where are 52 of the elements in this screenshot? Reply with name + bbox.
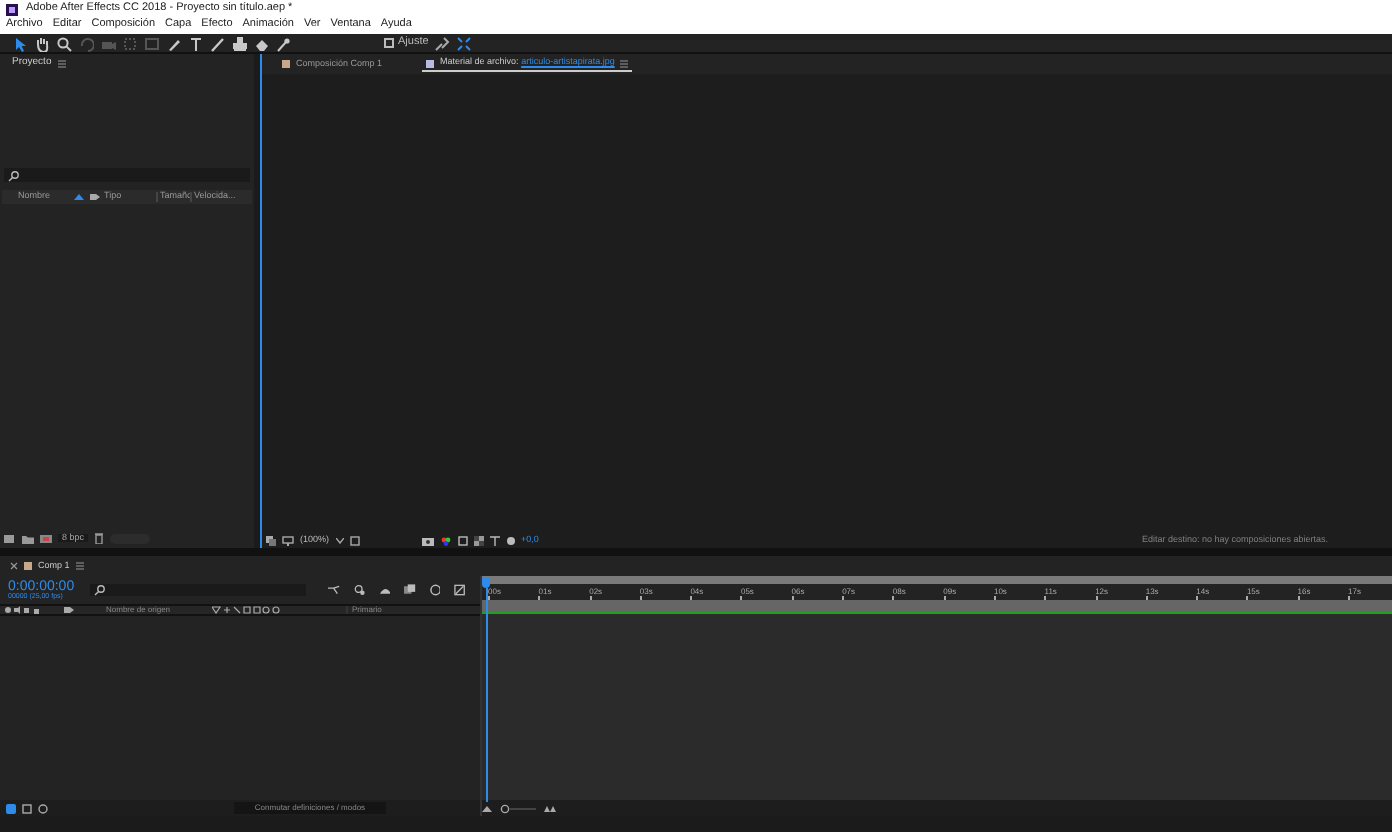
puppet-pin-icon[interactable] (276, 35, 292, 51)
guides-icon[interactable] (489, 535, 500, 545)
brush-icon[interactable] (210, 35, 226, 51)
region-icon[interactable] (457, 535, 468, 545)
nodes-icon[interactable] (328, 584, 341, 596)
expand-icon[interactable] (456, 35, 473, 51)
snap-align-icon[interactable] (434, 35, 451, 51)
fit-icon[interactable] (349, 535, 362, 545)
folder-icon[interactable] (22, 533, 34, 543)
layer-switches-icon[interactable] (22, 803, 32, 813)
search-icon (94, 584, 107, 596)
zoom-out-icon[interactable] (482, 804, 492, 812)
shy-icon[interactable] (379, 584, 391, 596)
search-field[interactable] (4, 168, 250, 182)
hand-icon[interactable] (34, 35, 50, 51)
composition-icon (282, 60, 290, 68)
frame-blend-icon[interactable] (404, 584, 416, 596)
playhead[interactable] (482, 578, 490, 802)
new-composition-icon[interactable] (40, 533, 52, 543)
trash-icon[interactable] (94, 532, 105, 544)
draft-3d-icon[interactable] (354, 584, 366, 596)
search-field[interactable] (90, 584, 306, 596)
label-tag-icon (64, 606, 74, 614)
panel-menu-icon[interactable] (620, 59, 629, 67)
composition-flowchart-icon[interactable] (6, 803, 16, 813)
search-icon (8, 169, 20, 181)
monitor-icon[interactable] (282, 535, 294, 545)
exposure-icon[interactable] (505, 535, 516, 545)
stamp-icon[interactable] (232, 35, 248, 51)
label-tag-icon (90, 192, 100, 202)
snapshot-icon[interactable] (421, 535, 434, 545)
composition-icon (24, 562, 32, 570)
render-time-icon[interactable] (38, 803, 48, 813)
selection-arrow-icon[interactable] (12, 35, 28, 51)
app-logo-icon (6, 3, 18, 15)
zoom-slider-icon[interactable] (500, 803, 536, 813)
always-preview-icon[interactable] (266, 535, 276, 545)
close-icon[interactable] (10, 562, 18, 570)
zoom-icon[interactable] (56, 35, 72, 51)
motion-blur-icon[interactable] (429, 584, 441, 596)
visibility-icons[interactable] (4, 606, 44, 614)
text-icon[interactable] (188, 35, 204, 51)
color-channels-icon[interactable] (439, 535, 452, 545)
panel-menu-icon[interactable] (57, 59, 66, 67)
caret-icon[interactable] (335, 537, 344, 543)
zoom-in-icon[interactable] (544, 804, 556, 812)
sort-arrow-icon[interactable] (74, 194, 84, 200)
graph-editor-icon[interactable] (454, 584, 467, 596)
transparency-grid-icon[interactable] (473, 535, 484, 545)
interpret-footage-icon[interactable] (4, 533, 16, 543)
panel-menu-icon[interactable] (75, 562, 84, 570)
footage-icon (426, 59, 435, 67)
